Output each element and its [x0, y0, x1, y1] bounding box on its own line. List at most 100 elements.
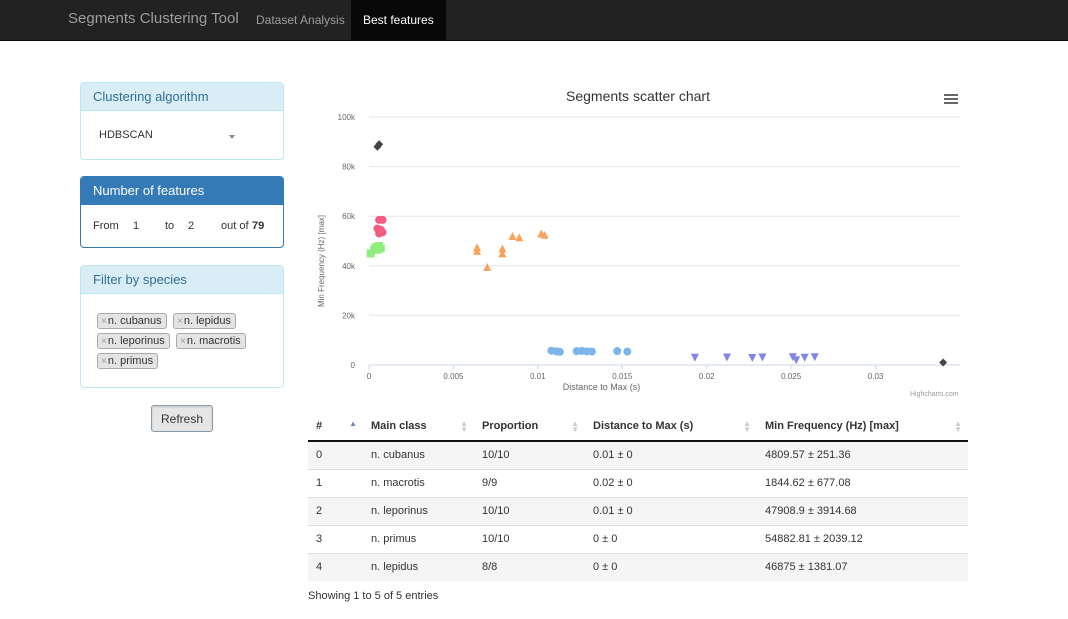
navbar: Segments Clustering Tool Dataset Analysi… — [0, 0, 1068, 41]
table-cell: 10/10 — [474, 440, 585, 469]
scatter-chart: 0 20k 40k 60k 80k 100k 0 0.005 0.01 0.015 0.02 0.02… — [308, 80, 968, 402]
sort-asc-icon: ▲ — [349, 419, 357, 428]
to-input[interactable]: 2 — [188, 220, 194, 232]
data-point — [722, 353, 731, 362]
sort-icon: ▲ ▼ — [743, 419, 751, 434]
table-row[interactable]: 0 n. cubanus 10/10 0.01 ± 0 4809.57 ± 251.36 — [308, 440, 968, 469]
data-point — [792, 356, 801, 365]
chart-credit[interactable]: Highcharts.com — [910, 391, 959, 398]
x-tick-label: 0 — [367, 372, 372, 381]
species-tag-leporinus[interactable]: ×n. leporinus — [97, 333, 170, 349]
table-cell: 4 — [308, 552, 363, 581]
out-of-value: 79 — [252, 220, 265, 232]
column-header-min-frequency[interactable]: Min Frequency (Hz) [max] ▲ ▼ — [757, 412, 968, 442]
species-tag-macrotis[interactable]: ×n. macrotis — [176, 333, 246, 349]
sort-icon: ▲ ▼ — [460, 419, 468, 434]
data-point — [483, 263, 492, 272]
column-header-proportion[interactable]: Proportion ▲ ▼ — [474, 412, 585, 442]
table-cell: 3 — [308, 524, 363, 553]
table-cell: 4809.57 ± 251.36 — [757, 440, 968, 469]
table-cell: 10/10 — [474, 524, 585, 553]
scatter-chart-svg: 0 20k 40k 60k 80k 100k 0 0.005 0.01 0.015 0.02 0.02… — [317, 113, 960, 392]
close-icon[interactable]: × — [180, 336, 186, 347]
table-header-row: # ▲ Main class ▲ ▼ Proportion ▲ ▼ Distance to… — [308, 412, 968, 442]
species-tag-label: n. lepidus — [183, 315, 231, 327]
species-panel: Filter by species ×n. cubanus ×n. lepidu… — [80, 265, 284, 388]
y-tick-label: 80k — [342, 163, 356, 172]
brand-title[interactable]: Segments Clustering Tool — [68, 10, 239, 27]
table-cell: 9/9 — [474, 468, 585, 497]
table-cell: 1844.62 ± 677.08 — [757, 468, 968, 497]
column-header-index[interactable]: # ▲ — [308, 412, 363, 442]
table-row[interactable]: 2 n. leporinus 10/10 0.01 ± 0 47908.9 ± 3914… — [308, 496, 968, 525]
table-cell: 0 ± 0 — [585, 524, 757, 553]
features-panel: Number of features From 1 to 2 out of 79 — [80, 176, 284, 248]
data-point — [748, 354, 757, 363]
table-cell: 1 — [308, 468, 363, 497]
x-tick-label: 0.005 — [443, 372, 464, 381]
table-cell: 2 — [308, 496, 363, 525]
table-cell: 10/10 — [474, 496, 585, 525]
refresh-button[interactable]: Refresh — [151, 405, 213, 432]
nav-best-features[interactable]: Best features — [351, 0, 446, 40]
data-point — [800, 353, 809, 362]
species-heading: Filter by species — [81, 266, 283, 294]
sort-icon: ▲ ▼ — [954, 419, 962, 434]
algorithm-selected-value: HDBSCAN — [99, 129, 153, 141]
table-cell: 0 — [308, 440, 363, 469]
table-row[interactable]: 4 n. lepidus 8/8 0 ± 0 46875 ± 1381.07 — [308, 552, 968, 581]
data-point — [623, 347, 632, 356]
species-tag-label: n. macrotis — [186, 335, 241, 347]
clustering-panel: Clustering algorithm HDBSCAN — [80, 82, 284, 160]
table-cell: 47908.9 ± 3914.68 — [757, 496, 968, 525]
data-point — [515, 233, 524, 242]
x-axis-title: Distance to Max (s) — [563, 382, 641, 392]
column-header-main-class[interactable]: Main class ▲ ▼ — [363, 412, 474, 442]
data-point — [373, 245, 382, 254]
species-tag-cubanus[interactable]: ×n. cubanus — [97, 313, 167, 329]
table-cell: 0.01 ± 0 — [585, 496, 757, 525]
nav-dataset-analysis[interactable]: Dataset Analysis — [244, 0, 357, 40]
close-icon[interactable]: × — [101, 356, 107, 367]
table-body: 0 n. cubanus 10/10 0.01 ± 0 4809.57 ± 251.36… — [308, 440, 968, 581]
data-point — [587, 347, 596, 356]
column-header-distance[interactable]: Distance to Max (s) ▲ ▼ — [585, 412, 757, 442]
table-row[interactable]: 1 n. macrotis 9/9 0.02 ± 0 1844.62 ± 677.08 — [308, 468, 968, 497]
features-heading: Number of features — [81, 177, 283, 205]
y-tick-label: 40k — [342, 262, 356, 271]
menu-icon[interactable] — [944, 94, 958, 106]
table-cell: 0.01 ± 0 — [585, 440, 757, 469]
table-cell: n. primus — [363, 524, 474, 553]
close-icon[interactable]: × — [101, 316, 107, 327]
chevron-down-icon — [229, 135, 235, 139]
table-cell: n. cubanus — [363, 440, 474, 469]
y-tick-label: 0 — [351, 361, 356, 370]
table-row[interactable]: 3 n. primus 10/10 0 ± 0 54882.81 ± 2039.12 — [308, 524, 968, 553]
chart-title: Segments scatter chart — [566, 88, 710, 104]
table-cell: 0.02 ± 0 — [585, 468, 757, 497]
data-point — [690, 353, 699, 362]
table-cell: 46875 ± 1381.07 — [757, 552, 968, 581]
table-info: Showing 1 to 5 of 5 entries — [308, 590, 439, 602]
table-cell: n. lepidus — [363, 552, 474, 581]
table-cell: 8/8 — [474, 552, 585, 581]
results-table: # ▲ Main class ▲ ▼ Proportion ▲ ▼ Distance to… — [308, 412, 968, 581]
from-input[interactable]: 1 — [133, 220, 139, 232]
from-label: From — [93, 220, 119, 232]
y-tick-label: 100k — [338, 113, 356, 122]
close-icon[interactable]: × — [177, 316, 183, 327]
table-cell: 0 ± 0 — [585, 552, 757, 581]
sort-icon: ▲ ▼ — [571, 419, 579, 434]
species-tag-primus[interactable]: ×n. primus — [97, 353, 159, 369]
species-tag-label: n. cubanus — [107, 315, 162, 327]
data-point — [375, 229, 384, 238]
data-point — [758, 353, 767, 362]
data-point — [378, 215, 387, 224]
close-icon[interactable]: × — [101, 336, 107, 347]
algorithm-select[interactable]: HDBSCAN — [99, 129, 239, 147]
species-tag-label: n. leporinus — [107, 335, 165, 347]
y-tick-label: 20k — [342, 311, 356, 320]
species-tag-lepidus[interactable]: ×n. lepidus — [173, 313, 236, 329]
table-cell: n. macrotis — [363, 468, 474, 497]
x-tick-label: 0.025 — [781, 372, 802, 381]
